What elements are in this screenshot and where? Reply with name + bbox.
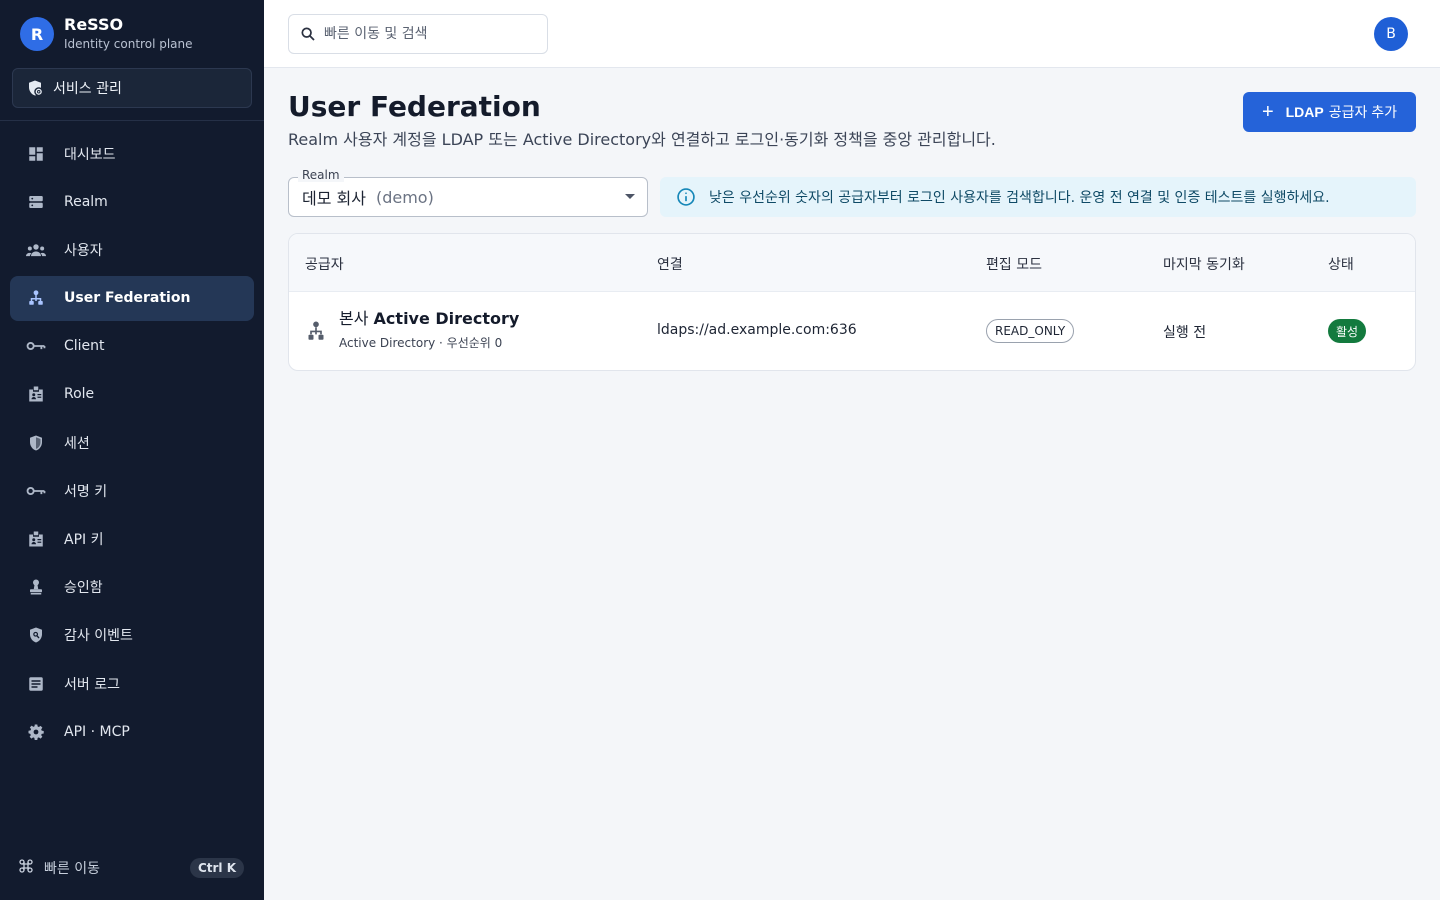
add-button-label: 공급자 추가 xyxy=(1328,104,1398,120)
log-icon xyxy=(26,674,46,694)
page-title: User Federation xyxy=(288,90,541,123)
sidebar-item-user-federation[interactable]: User Federation xyxy=(10,275,254,321)
sidebar-divider xyxy=(0,120,264,121)
table-header: 공급자 연결 편집 모드 마지막 동기화 상태 xyxy=(289,234,1415,291)
brand-name: ReSSO xyxy=(64,15,124,34)
sidebar-item-label: Role xyxy=(64,386,95,403)
realm-select[interactable]: 데모 회사 (demo) xyxy=(288,177,648,217)
brand[interactable]: R ReSSO Identity control plane xyxy=(20,12,193,56)
shield-gear-icon xyxy=(29,80,42,96)
federation-icon xyxy=(26,288,46,308)
approval-icon xyxy=(26,577,46,597)
federation-table: 공급자 연결 편집 모드 마지막 동기화 상태 본사 Active Direct… xyxy=(288,233,1416,371)
search-input[interactable] xyxy=(324,26,524,42)
sidebar-item-label: User Federation xyxy=(64,290,191,307)
info-text: 낮은 우선순위 숫자의 공급자부터 로그인 사용자를 검색합니다. 운영 전 연… xyxy=(709,190,1330,206)
sidebar-item-label: Realm xyxy=(64,193,108,210)
shortcut-badge: Ctrl K xyxy=(189,858,244,878)
audit-icon xyxy=(26,625,46,645)
topbar: B xyxy=(264,0,1440,68)
service-management-label: 서비스 관리 xyxy=(53,81,122,97)
users-icon xyxy=(26,240,46,260)
gear-icon xyxy=(26,722,46,742)
provider-subtitle: Active Directory · 우선순위 0 xyxy=(339,336,503,350)
column-header-provider[interactable]: 공급자 xyxy=(305,254,344,274)
sidebar-item-label: 서명 키 xyxy=(64,483,108,500)
provider-name[interactable]: 본사 Active Directory xyxy=(339,308,519,330)
brand-subtitle: Identity control plane xyxy=(64,37,193,51)
page-description: Realm 사용자 계정을 LDAP 또는 Active Directory와 … xyxy=(288,130,996,149)
info-icon xyxy=(677,188,695,206)
column-header-connection[interactable]: 연결 xyxy=(657,254,683,274)
sidebar-nav: 대시보드 Realm 사용자 User Federation Client Ro… xyxy=(10,131,254,757)
sidebar-item-audit-events[interactable]: 감사 이벤트 xyxy=(10,613,254,658)
caret-down-icon xyxy=(625,194,635,199)
user-avatar[interactable]: B xyxy=(1374,17,1408,51)
add-ldap-provider-button[interactable]: + LDAP 공급자 추가 xyxy=(1243,92,1416,132)
sidebar-item-label: 감사 이벤트 xyxy=(64,628,133,645)
key-icon xyxy=(26,336,46,356)
realm-selected-value: 데모 회사 xyxy=(302,189,366,208)
add-button-strong: LDAP xyxy=(1285,104,1324,120)
connection-url: ldaps://ad.example.com:636 xyxy=(657,322,857,338)
badge-icon xyxy=(26,529,46,549)
sidebar-item-users[interactable]: 사용자 xyxy=(10,227,254,272)
sidebar-item-api-mcp[interactable]: API · MCP xyxy=(10,709,254,754)
service-management-button[interactable]: 서비스 관리 xyxy=(12,68,252,108)
table-row[interactable]: 본사 Active Directory Active Directory · 우… xyxy=(289,291,1415,370)
quick-nav-button[interactable]: 빠른 이동 Ctrl K xyxy=(18,852,244,884)
dashboard-icon xyxy=(26,144,46,164)
sidebar-item-label: 서버 로그 xyxy=(64,676,120,693)
sidebar-item-realm[interactable]: Realm xyxy=(10,179,254,224)
sidebar-item-label: API · MCP xyxy=(64,723,130,740)
sidebar-item-label: 세션 xyxy=(64,435,90,452)
key-icon xyxy=(26,481,46,501)
sidebar-item-label: API 키 xyxy=(64,532,104,548)
sidebar-item-server-logs[interactable]: 서버 로그 xyxy=(10,661,254,706)
realm-select-label: Realm xyxy=(298,168,344,182)
sidebar-item-label: 승인함 xyxy=(64,580,103,597)
shield-icon xyxy=(26,433,46,453)
quick-nav-label: 빠른 이동 xyxy=(44,861,100,877)
brand-logo: R xyxy=(20,17,54,51)
sidebar-item-client[interactable]: Client xyxy=(10,324,254,369)
sidebar-item-label: 대시보드 xyxy=(64,146,116,163)
provider-name-strong: Active Directory xyxy=(373,309,520,328)
search-icon xyxy=(301,27,315,41)
column-header-last-sync[interactable]: 마지막 동기화 xyxy=(1163,254,1245,274)
sidebar-item-api-keys[interactable]: API 키 xyxy=(10,517,254,562)
edit-mode-badge: READ_ONLY xyxy=(986,319,1075,343)
sidebar: R ReSSO Identity control plane 서비스 관리 대시… xyxy=(0,0,264,900)
plus-icon: + xyxy=(1261,101,1274,123)
column-header-edit-mode[interactable]: 편집 모드 xyxy=(986,254,1042,274)
sidebar-item-label: Client xyxy=(64,338,105,355)
badge-icon xyxy=(26,384,46,404)
status-badge: 활성 xyxy=(1328,319,1367,343)
sidebar-item-approvals[interactable]: 승인함 xyxy=(10,565,254,610)
search-box[interactable] xyxy=(288,14,548,54)
last-sync-value: 실행 전 xyxy=(1163,325,1207,341)
sidebar-item-label: 사용자 xyxy=(64,242,103,259)
sidebar-item-role[interactable]: Role xyxy=(10,372,254,417)
command-icon xyxy=(18,858,34,878)
realm-selected-slug: (demo) xyxy=(375,187,434,207)
column-header-status[interactable]: 상태 xyxy=(1328,254,1354,274)
provider-name-prefix: 본사 xyxy=(339,309,369,328)
sidebar-item-dashboard[interactable]: 대시보드 xyxy=(10,131,254,176)
sidebar-item-sessions[interactable]: 세션 xyxy=(10,420,254,465)
federation-icon xyxy=(306,320,326,346)
sidebar-item-signing-keys[interactable]: 서명 키 xyxy=(10,468,254,513)
info-alert: 낮은 우선순위 숫자의 공급자부터 로그인 사용자를 검색합니다. 운영 전 연… xyxy=(660,177,1416,217)
realm-icon xyxy=(26,192,46,212)
